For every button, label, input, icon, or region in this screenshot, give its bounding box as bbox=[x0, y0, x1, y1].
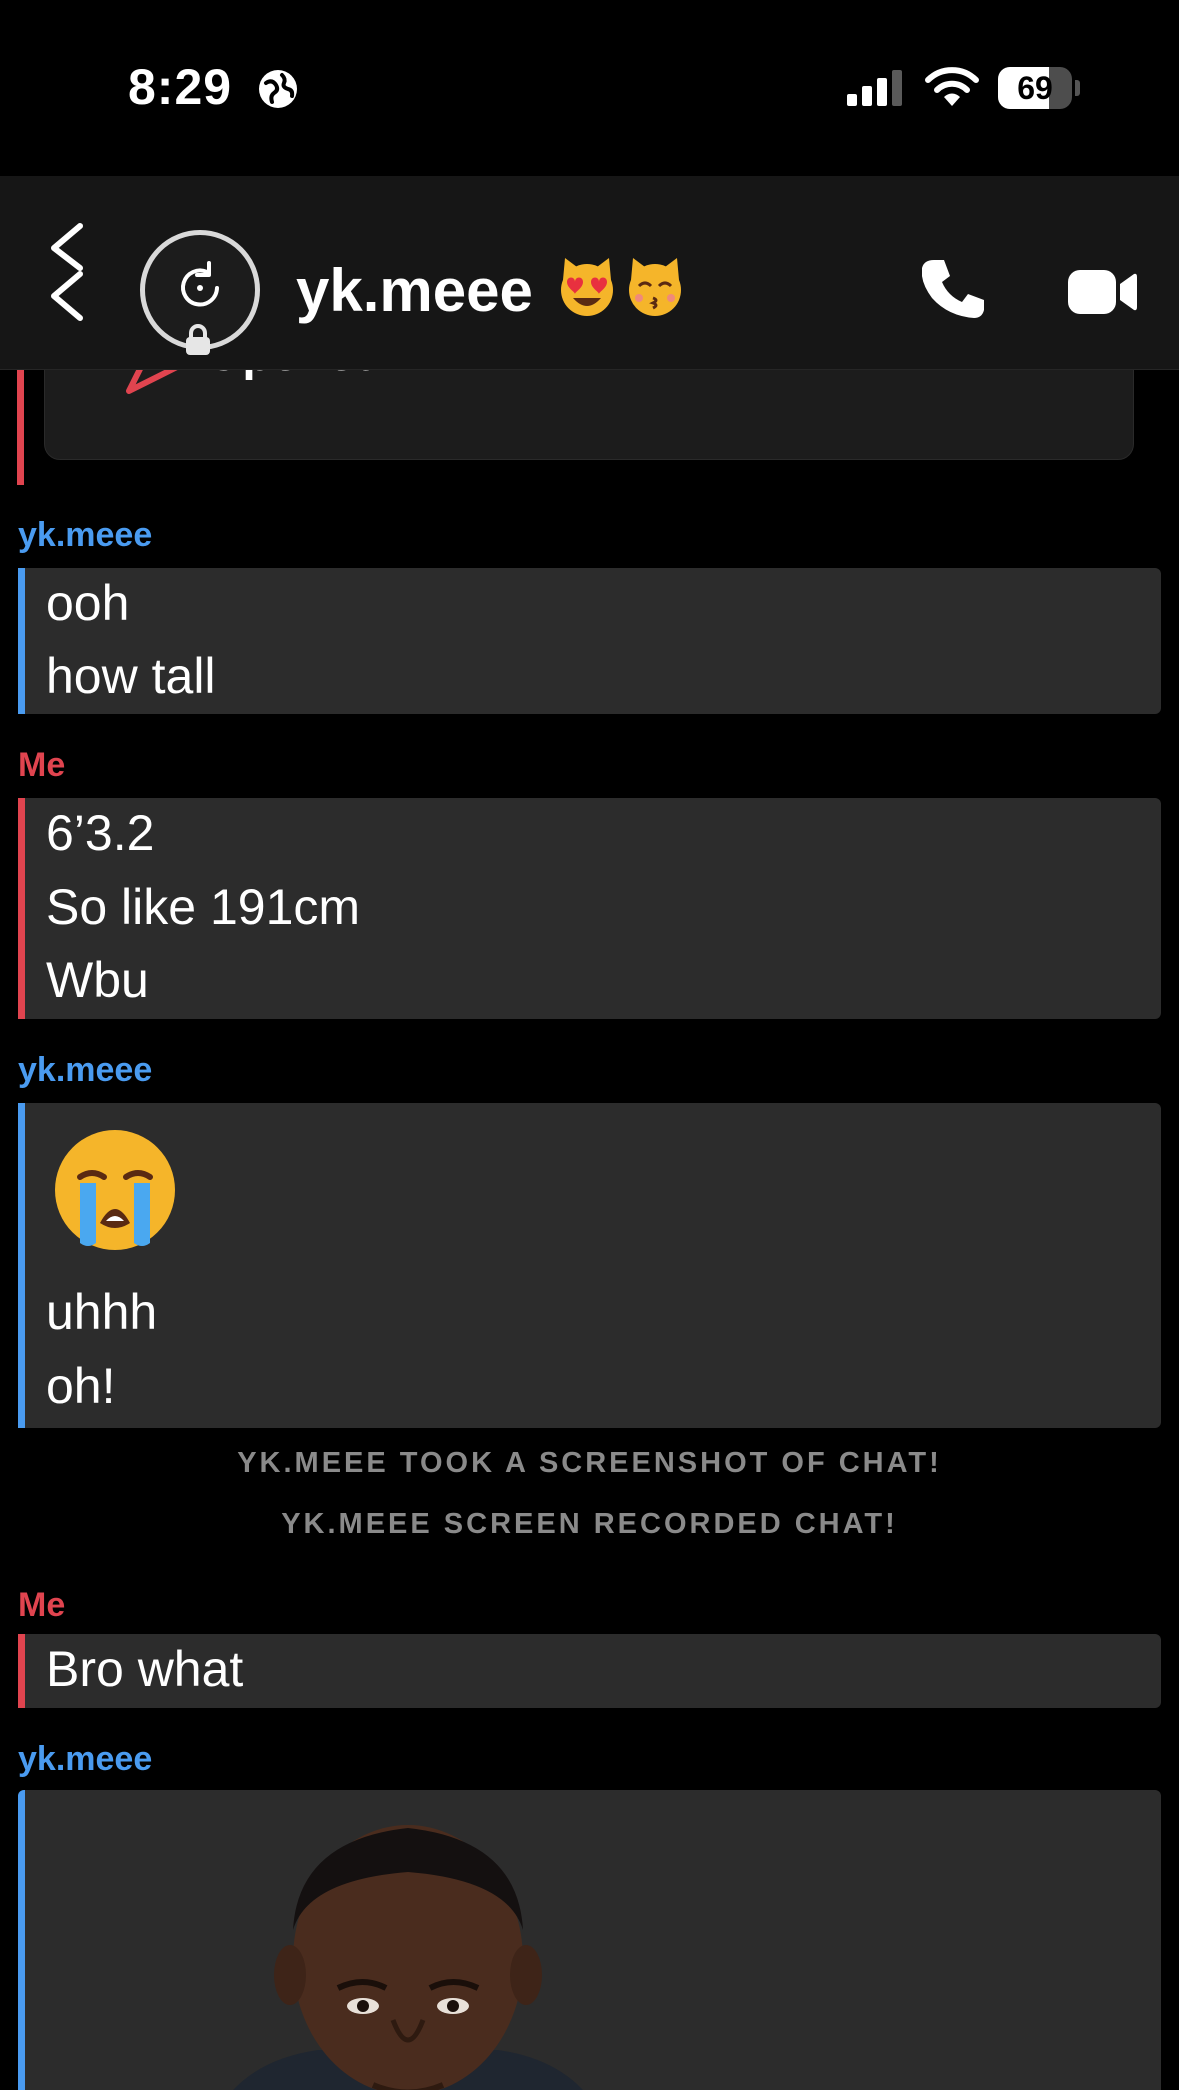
sender-label: Me bbox=[18, 746, 66, 784]
accent-bar bbox=[18, 1103, 25, 1428]
message-text: So like 191cm bbox=[46, 879, 361, 935]
screenshot-notice: YK.MEEE TOOK A SCREENSHOT OF CHAT! bbox=[237, 1447, 942, 1479]
message-bubble[interactable]: Bro what bbox=[18, 1634, 1161, 1708]
message-text: how tall bbox=[46, 648, 216, 704]
message-text: ooh bbox=[46, 575, 130, 631]
chat-messages[interactable]: Opened yk.meee ooh how tall Me 6’3.2 So … bbox=[0, 328, 1179, 2090]
phone-icon[interactable] bbox=[922, 256, 988, 322]
loudly-crying-face-emoji bbox=[55, 1130, 175, 1250]
lock-icon bbox=[186, 324, 210, 355]
sender-label: Me bbox=[18, 1586, 66, 1624]
battery-body: 69 bbox=[998, 67, 1072, 109]
accent-bar bbox=[18, 568, 25, 714]
battery-percent: 69 bbox=[1017, 70, 1053, 106]
avatar-placeholder-icon bbox=[181, 261, 219, 307]
chat-header: yk.meee bbox=[0, 176, 1179, 370]
message-text: oh! bbox=[46, 1358, 116, 1414]
kissing-cat-emoji bbox=[629, 258, 681, 316]
message-text: uhhh bbox=[46, 1284, 158, 1340]
sender-label: yk.meee bbox=[18, 1740, 153, 1778]
message-text: 6’3.2 bbox=[46, 805, 155, 861]
opened-accent-bar bbox=[17, 370, 24, 485]
portrait-photo[interactable] bbox=[178, 1810, 638, 2090]
back-chevron-icon[interactable] bbox=[44, 218, 94, 326]
screen-record-notice: YK.MEEE SCREEN RECORDED CHAT! bbox=[281, 1508, 898, 1540]
sender-label: yk.meee bbox=[18, 1051, 153, 1089]
message-bubble[interactable]: uhhh oh! bbox=[18, 1103, 1161, 1428]
accent-bar bbox=[18, 798, 25, 1019]
message-text: Wbu bbox=[46, 952, 149, 1008]
sender-label: yk.meee bbox=[18, 516, 153, 554]
status-bar: 8:29 69 bbox=[0, 0, 1179, 176]
message-text: Bro what bbox=[46, 1641, 244, 1697]
message-bubble[interactable]: 6’3.2 So like 191cm Wbu bbox=[18, 798, 1161, 1019]
video-camera-icon[interactable] bbox=[1066, 268, 1138, 316]
status-time: 8:29 bbox=[128, 59, 233, 115]
message-bubble[interactable]: ooh how tall bbox=[18, 568, 1161, 714]
accent-bar bbox=[18, 1634, 25, 1708]
photo-message[interactable] bbox=[18, 1790, 1161, 2090]
chat-title[interactable]: yk.meee bbox=[296, 256, 533, 325]
signal-icon bbox=[847, 70, 902, 106]
accent-bar bbox=[18, 1790, 25, 2090]
battery-icon: 69 bbox=[998, 67, 1080, 109]
globe-icon bbox=[259, 70, 297, 108]
heart-eyes-cat-emoji bbox=[561, 258, 613, 316]
battery-cap bbox=[1075, 80, 1080, 96]
wifi-icon bbox=[925, 67, 979, 106]
